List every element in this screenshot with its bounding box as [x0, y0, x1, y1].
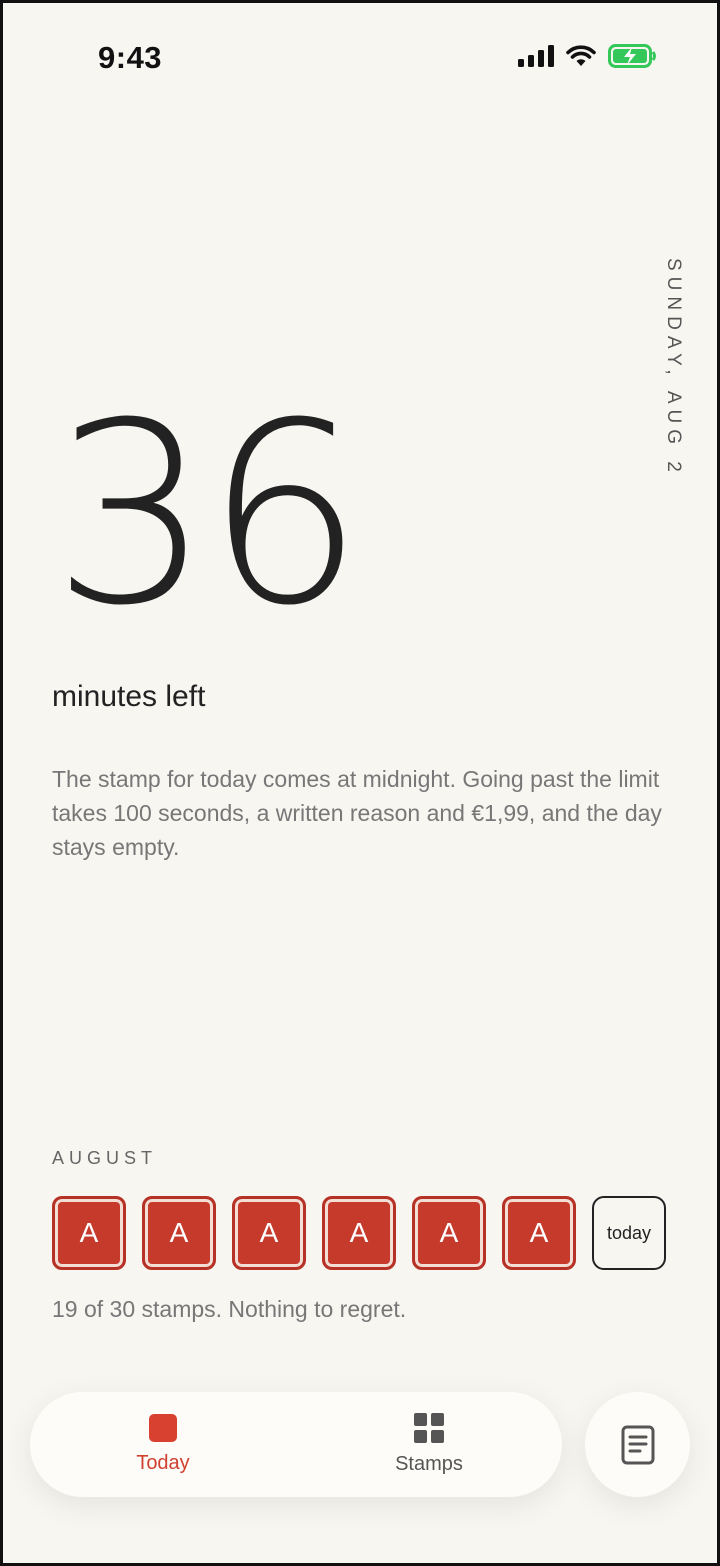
stamp[interactable]: A: [142, 1196, 216, 1270]
wifi-icon: [566, 45, 596, 66]
tab-stamps-label: Stamps: [395, 1453, 463, 1475]
stamps-row: A A A A A A today: [52, 1196, 666, 1270]
tab-today-label: Today: [136, 1452, 190, 1474]
stamps-summary: 19 of 30 stamps. Nothing to regret.: [52, 1296, 407, 1322]
stamp[interactable]: A: [52, 1196, 126, 1270]
stamp[interactable]: A: [502, 1196, 576, 1270]
journal-icon: [621, 1425, 654, 1464]
today-stamp-slot[interactable]: today: [592, 1196, 666, 1270]
square-icon: [149, 1414, 177, 1442]
description-text: The stamp for today comes at midnight. G…: [52, 766, 662, 860]
signal-icon: [518, 45, 554, 67]
grid-icon: [414, 1413, 444, 1443]
minutes-left-label: minutes left: [52, 680, 206, 713]
tab-bar: Today Stamps: [30, 1392, 562, 1497]
journal-button[interactable]: [585, 1392, 690, 1497]
tab-today[interactable]: Today: [30, 1392, 296, 1497]
tab-stamps[interactable]: Stamps: [296, 1392, 562, 1497]
minutes-counter: 36: [52, 369, 364, 660]
battery-icon: [608, 44, 656, 68]
stamp[interactable]: A: [232, 1196, 306, 1270]
stamp[interactable]: A: [322, 1196, 396, 1270]
month-label: AUGUST: [52, 1148, 158, 1168]
status-icons: [518, 44, 658, 68]
date-label: SUNDAY, AUG 2: [663, 258, 684, 478]
stamp[interactable]: A: [412, 1196, 486, 1270]
status-time: 9:43: [98, 40, 163, 75]
